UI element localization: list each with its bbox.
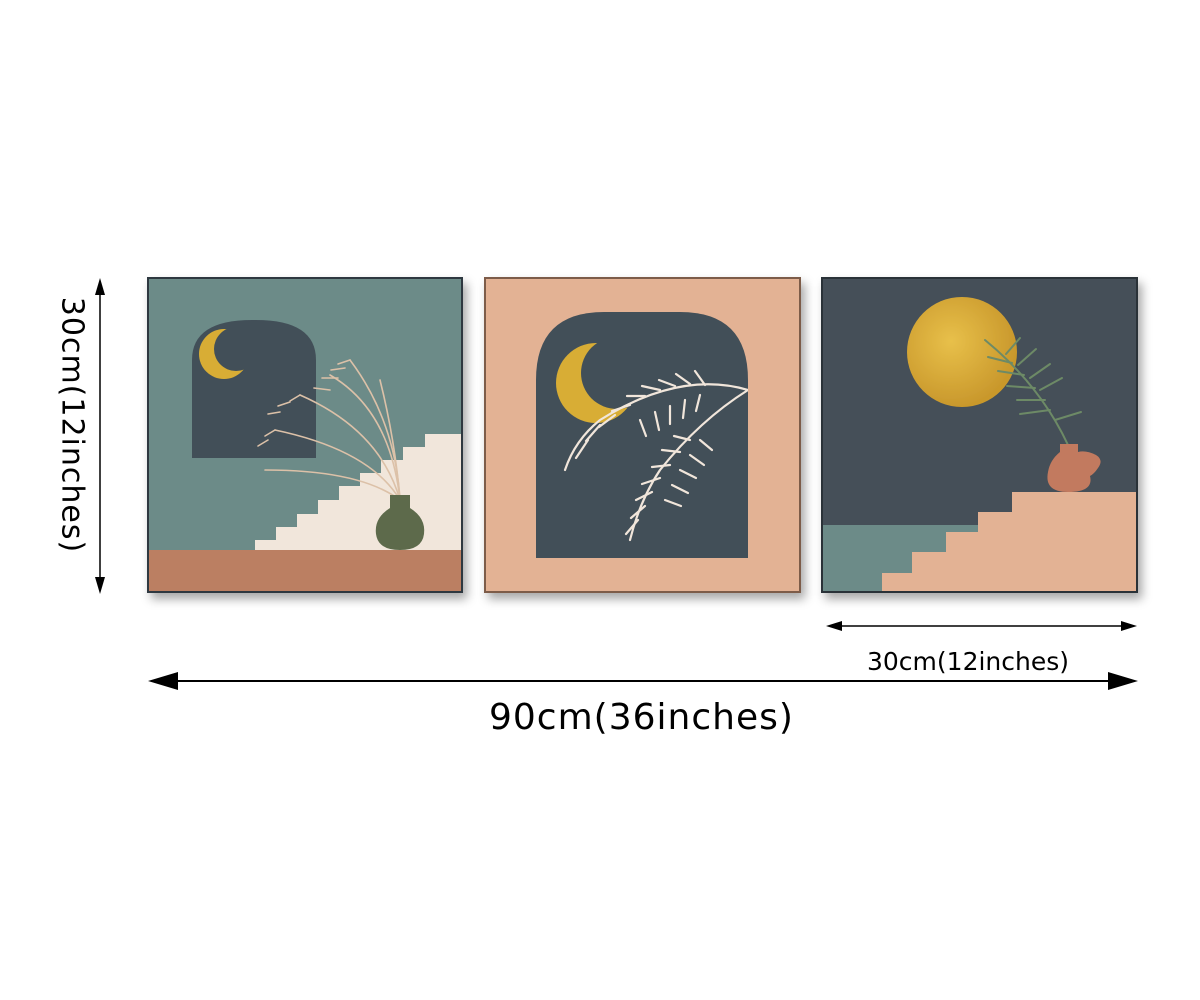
- canvas-panel-arch-palm: [484, 277, 801, 593]
- canvas-panel-sun-vase: [821, 277, 1138, 593]
- product-diagram: [95, 277, 1138, 690]
- height-label: 30cm(12inches): [54, 296, 90, 554]
- floor: [148, 550, 462, 592]
- panel-width-label: 30cm(12inches): [867, 647, 1070, 676]
- height-dimension-arrow: [95, 278, 105, 594]
- canvas-panel-moon-arch: [147, 277, 463, 593]
- panel-width-dimension-arrow: [826, 621, 1137, 631]
- sun-icon: [907, 297, 1017, 407]
- total-width-label: 90cm(36inches): [489, 697, 794, 738]
